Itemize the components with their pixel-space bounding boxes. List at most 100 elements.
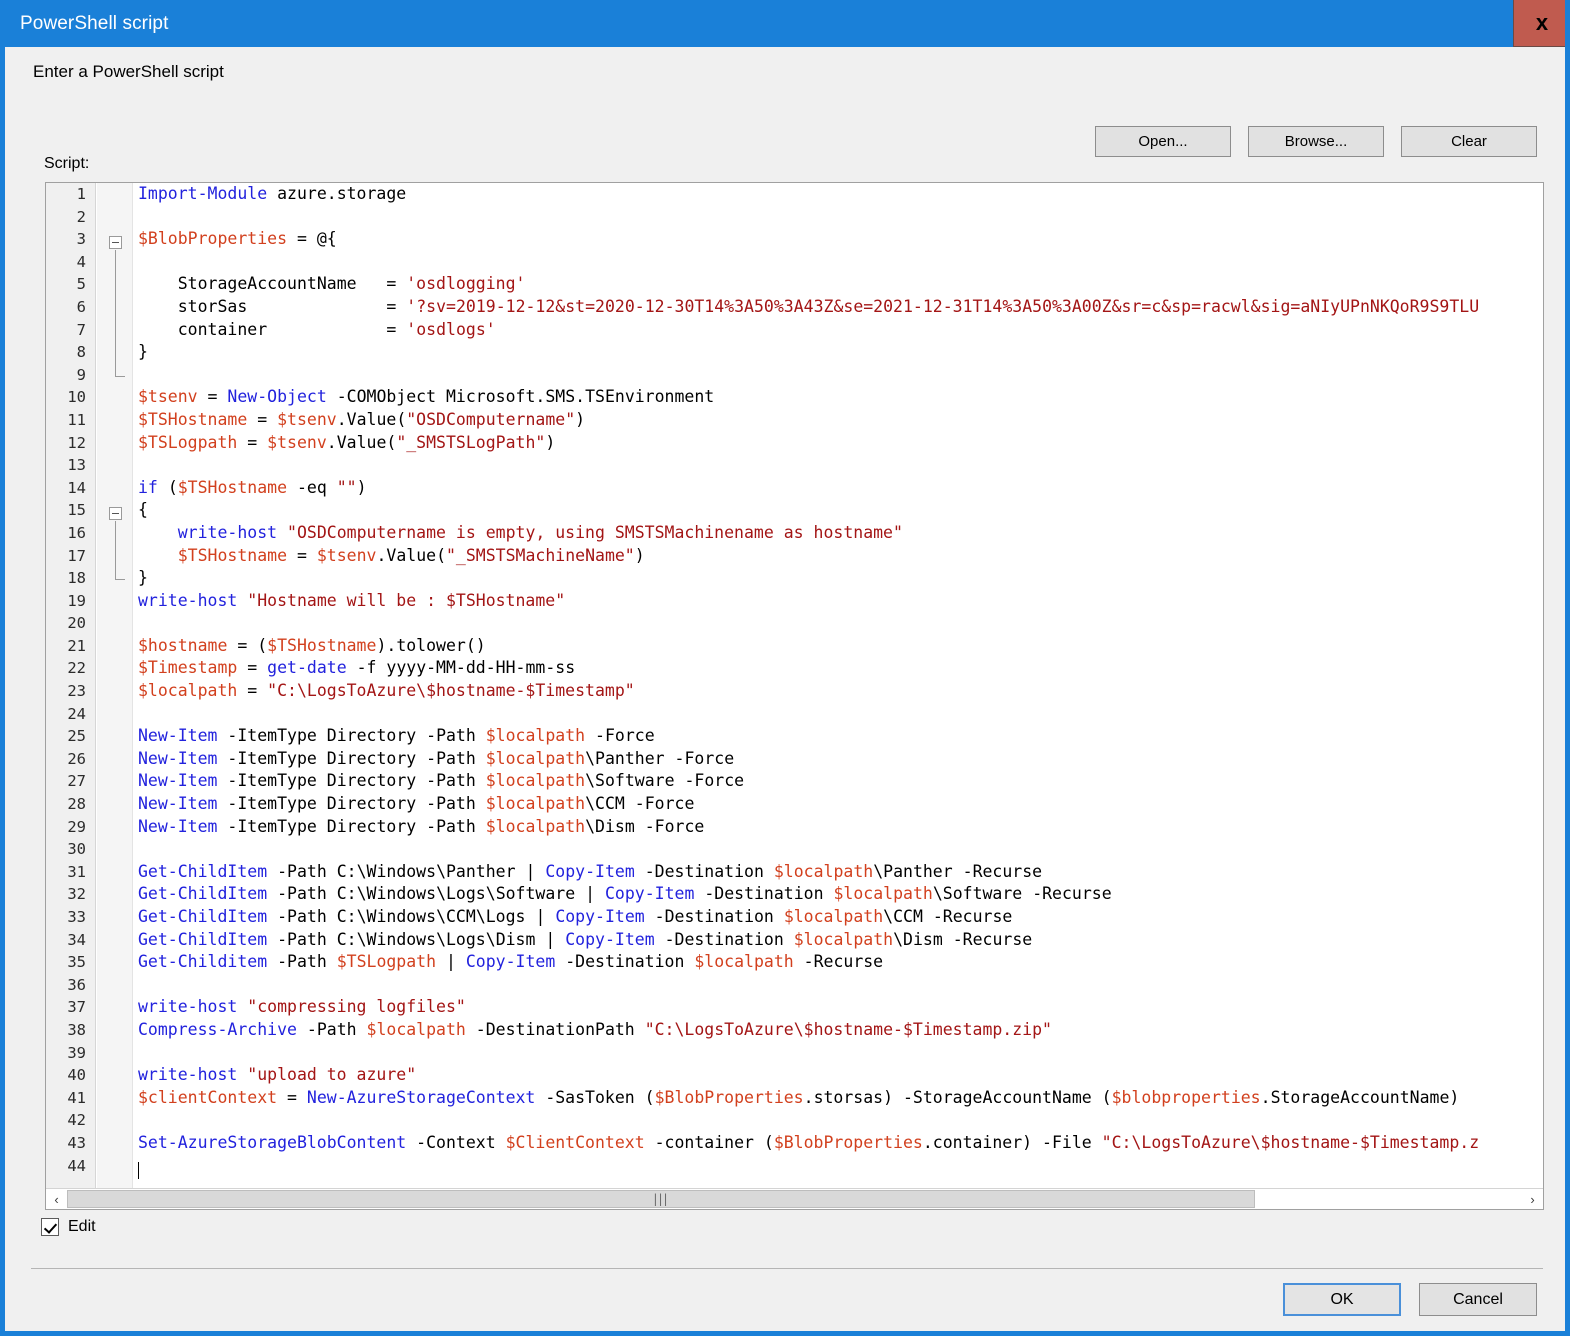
scroll-left-arrow-icon[interactable]: ‹: [46, 1189, 67, 1209]
open-button[interactable]: Open...: [1095, 126, 1231, 157]
code-line[interactable]: 29 New-Item -ItemType Directory -Path $lo…: [46, 816, 1543, 839]
code-text: Get-ChildItem -Path C:\Windows\Logs\Dism…: [138, 929, 1033, 949]
dialog-instruction: Enter a PowerShell script: [33, 62, 224, 81]
code-line[interactable]: 34 Get-ChildItem -Path C:\Windows\Logs\Di…: [46, 929, 1543, 952]
code-text: $localpath = "C:\LogsToAzure\$hostname-$…: [138, 681, 635, 701]
code-line[interactable]: 15 {: [46, 499, 1543, 522]
code-line[interactable]: 16 write-host "OSDComputername is empty,…: [46, 522, 1543, 545]
code-text: New-Item -ItemType Directory -Path $loca…: [138, 726, 655, 746]
code-text: $BlobProperties = @{: [138, 229, 337, 249]
code-line[interactable]: 20: [46, 612, 1543, 635]
line-number: 25: [67, 727, 86, 746]
code-line[interactable]: 9: [46, 364, 1543, 387]
code-text: Get-ChildItem -Path C:\Windows\Logs\Soft…: [138, 884, 1112, 904]
code-line[interactable]: 3 $BlobProperties = @{: [46, 228, 1543, 251]
horizontal-scrollbar[interactable]: ‹ ||| ›: [46, 1188, 1543, 1209]
code-text: $hostname = ($TSHostname).tolower(): [138, 635, 486, 655]
line-number: 22: [67, 659, 86, 678]
line-number: 28: [67, 795, 86, 814]
code-text: Get-ChildItem -Path C:\Windows\Panther |…: [138, 861, 1043, 881]
code-text: $clientContext = New-AzureStorageContext…: [138, 1087, 1460, 1107]
code-line[interactable]: 27 New-Item -ItemType Directory -Path $lo…: [46, 770, 1543, 793]
scrollbar-thumb[interactable]: |||: [67, 1190, 1255, 1208]
code-text: $tsenv = New-Object -COMObject Microsoft…: [138, 387, 715, 407]
clear-button[interactable]: Clear: [1401, 126, 1537, 157]
code-line[interactable]: 19 write-host "Hostname will be : $TSHost…: [46, 590, 1543, 613]
code-line[interactable]: 28 New-Item -ItemType Directory -Path $lo…: [46, 793, 1543, 816]
code-line[interactable]: 26 New-Item -ItemType Directory -Path $lo…: [46, 748, 1543, 771]
code-line[interactable]: 18}: [46, 567, 1543, 590]
code-line[interactable]: 33 Get-ChildItem -Path C:\Windows\CCM\Log…: [46, 906, 1543, 929]
line-number: 24: [67, 704, 86, 723]
code-line[interactable]: 36: [46, 974, 1543, 997]
code-line[interactable]: 14 if ($TSHostname -eq ""): [46, 477, 1543, 500]
code-text: {: [138, 500, 148, 520]
edit-checkbox[interactable]: Edit: [41, 1218, 96, 1236]
line-number: 34: [67, 930, 86, 949]
code-line[interactable]: 38 Compress-Archive -Path $localpath -Des…: [46, 1019, 1543, 1042]
code-line[interactable]: 37 write-host "compressing logfiles": [46, 996, 1543, 1019]
code-text: storSas = '?sv=2019-12-12&st=2020-12-30T…: [177, 296, 1480, 316]
code-text: write-host "OSDComputername is empty, us…: [177, 522, 903, 542]
code-line[interactable]: 32 Get-ChildItem -Path C:\Windows\Logs\So…: [46, 883, 1543, 906]
code-line[interactable]: 11 $TSHostname = $tsenv.Value("OSDCompute…: [46, 409, 1543, 432]
code-line[interactable]: 6 storSas = '?sv=2019-12-12&st=2020-12-3…: [46, 296, 1543, 319]
code-line[interactable]: 23 $localpath = "C:\LogsToAzure\$hostname…: [46, 680, 1543, 703]
script-editor[interactable]: 1 Import-Module azure.storage 2 3 $BlobPrope…: [45, 182, 1544, 1210]
scrollbar-track[interactable]: |||: [67, 1189, 1522, 1209]
code-line[interactable]: 39: [46, 1042, 1543, 1065]
code-line[interactable]: 31 Get-ChildItem -Path C:\Windows\Panther…: [46, 861, 1543, 884]
code-line[interactable]: 17 $TSHostname = $tsenv.Value("_SMSTSMac…: [46, 545, 1543, 568]
code-line[interactable]: 2: [46, 206, 1543, 229]
cancel-button[interactable]: Cancel: [1419, 1283, 1537, 1316]
line-number: 12: [67, 433, 86, 452]
code-line[interactable]: 35 Get-Childitem -Path $TSLogpath | Copy-…: [46, 951, 1543, 974]
scroll-right-arrow-icon[interactable]: ›: [1522, 1189, 1543, 1209]
code-line[interactable]: 21 $hostname = ($TSHostname).tolower(): [46, 635, 1543, 658]
code-line[interactable]: 5 StorageAccountName = 'osdlogging': [46, 273, 1543, 296]
line-number: 26: [67, 749, 86, 768]
code-line[interactable]: 22 $Timestamp = get-date -f yyyy-MM-dd-HH…: [46, 657, 1543, 680]
code-text: $TSLogpath = $tsenv.Value("_SMSTSLogPath…: [138, 432, 556, 452]
code-text: Compress-Archive -Path $localpath -Desti…: [138, 1019, 1052, 1039]
code-text: container = 'osdlogs': [177, 319, 496, 339]
code-line[interactable]: 25 New-Item -ItemType Directory -Path $lo…: [46, 725, 1543, 748]
code-text: if ($TSHostname -eq ""): [138, 477, 367, 497]
line-number: 36: [67, 975, 86, 994]
code-text: write-host "compressing logfiles": [138, 997, 466, 1017]
code-line[interactable]: 7 container = 'osdlogs': [46, 319, 1543, 342]
line-number: 41: [67, 1088, 86, 1107]
code-line[interactable]: 44: [46, 1155, 1543, 1178]
code-line[interactable]: 40 write-host "upload to azure": [46, 1064, 1543, 1087]
code-line[interactable]: 1 Import-Module azure.storage: [46, 183, 1543, 206]
line-number: 39: [67, 1043, 86, 1062]
code-text: write-host "upload to azure": [138, 1065, 417, 1085]
code-line[interactable]: 12 $TSLogpath = $tsenv.Value("_SMSTSLogPa…: [46, 432, 1543, 455]
checkbox-box-icon[interactable]: [41, 1218, 59, 1236]
line-number: 21: [67, 636, 86, 655]
code-line[interactable]: 8}: [46, 341, 1543, 364]
browse-button[interactable]: Browse...: [1248, 126, 1384, 157]
code-line[interactable]: 41 $clientContext = New-AzureStorageConte…: [46, 1087, 1543, 1110]
code-line[interactable]: 24: [46, 703, 1543, 726]
close-icon[interactable]: x: [1513, 0, 1565, 47]
code-line[interactable]: 42: [46, 1109, 1543, 1132]
line-number: 1: [76, 185, 86, 203]
code-surface[interactable]: 1 Import-Module azure.storage 2 3 $BlobPrope…: [46, 183, 1543, 1189]
code-line[interactable]: 4: [46, 251, 1543, 274]
ok-button[interactable]: OK: [1283, 1283, 1401, 1316]
fold-toggle-icon[interactable]: [109, 507, 122, 521]
line-number: 15: [67, 501, 86, 520]
code-text: New-Item -ItemType Directory -Path $loca…: [138, 771, 745, 791]
code-line[interactable]: 30: [46, 838, 1543, 861]
line-number: 38: [67, 1020, 86, 1039]
code-line[interactable]: 43 Set-AzureStorageBlobContent -Context $…: [46, 1132, 1543, 1155]
code-line[interactable]: 13: [46, 454, 1543, 477]
code-line[interactable]: 10 $tsenv = New-Object -COMObject Microso…: [46, 386, 1543, 409]
line-number: 44: [67, 1156, 86, 1175]
line-number: 16: [67, 523, 86, 542]
fold-toggle-icon[interactable]: [109, 236, 122, 250]
line-number: 4: [76, 252, 86, 271]
line-number: 8: [76, 343, 86, 362]
code-text: }: [138, 568, 148, 588]
